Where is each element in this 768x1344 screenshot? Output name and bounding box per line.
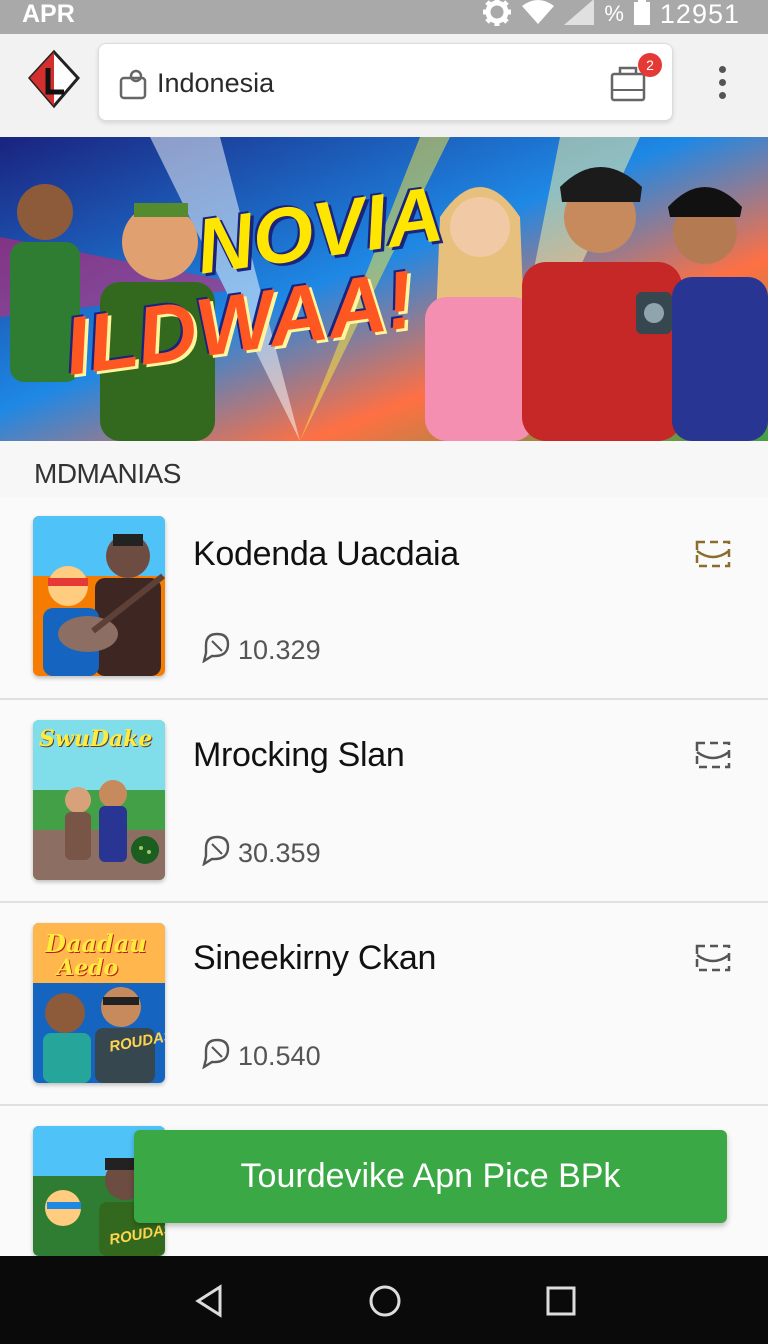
app-logo-icon[interactable] <box>26 48 82 110</box>
promo-banner[interactable]: NOVIA ILDWAA! <box>0 137 768 441</box>
cart-badge: 2 <box>638 53 662 77</box>
comment-icon <box>200 1037 232 1076</box>
gear-icon <box>482 0 512 32</box>
thumb-game-logo-subtext: Aedo <box>57 955 119 981</box>
status-bar: APR % 12951 <box>0 0 768 34</box>
comment-icon <box>200 631 232 670</box>
item-thumbnail: Daadau Aedo ROUDAS <box>33 923 165 1083</box>
item-thumbnail: SwuDake <box>33 720 165 880</box>
item-stat-value: 30.359 <box>238 838 321 868</box>
wifi-icon <box>522 0 555 30</box>
waves-icon[interactable] <box>694 943 732 973</box>
list-item[interactable]: SwuDake Mrocking Slan 30.359 <box>0 700 768 903</box>
location-icon <box>119 68 149 100</box>
app-bar: Indonesia 2 <box>0 34 768 137</box>
thumb-game-logo-text: SwuDake <box>39 726 153 752</box>
item-thumbnail <box>33 516 165 676</box>
location-text: Indonesia <box>157 68 275 98</box>
item-stat: 10.329 <box>200 631 321 670</box>
section-title: MDMANIAS <box>34 458 181 489</box>
battery-icon <box>633 0 650 30</box>
signal-icon <box>564 0 595 30</box>
recents-icon[interactable] <box>544 1284 578 1318</box>
item-title: Kodenda Uacdaia <box>193 535 459 573</box>
system-nav-bar <box>0 1256 768 1344</box>
status-icons: % 12951 <box>482 0 740 28</box>
status-clock: 12951 <box>659 0 740 29</box>
battery-percent-symbol: % <box>604 1 624 26</box>
item-title: Sineekirny Ckan <box>193 939 437 977</box>
list-item[interactable]: Daadau Aedo ROUDAS Sineekirny Ckan 10.54… <box>0 903 768 1106</box>
waves-icon[interactable] <box>694 740 732 770</box>
back-icon[interactable] <box>192 1284 226 1318</box>
install-cta-button[interactable]: Tourdevike Apn Pice BPk <box>134 1130 727 1223</box>
item-stat-value: 10.540 <box>238 1041 321 1071</box>
list-item[interactable]: Kodenda Uacdaia 10.329 <box>0 497 768 700</box>
location-search-box[interactable]: Indonesia 2 <box>98 43 673 121</box>
item-title: Mrocking Slan <box>193 736 405 774</box>
status-carrier-text: APR <box>22 0 75 28</box>
home-icon[interactable] <box>368 1284 402 1318</box>
item-stat-value: 10.329 <box>238 635 321 665</box>
comment-icon <box>200 834 232 873</box>
waves-icon[interactable] <box>694 539 732 569</box>
item-stat: 10.540 <box>200 1037 321 1076</box>
item-stat: 30.359 <box>200 834 321 873</box>
more-vert-icon[interactable] <box>712 66 732 106</box>
thumb-game-logo-text: Daadau <box>45 929 147 958</box>
